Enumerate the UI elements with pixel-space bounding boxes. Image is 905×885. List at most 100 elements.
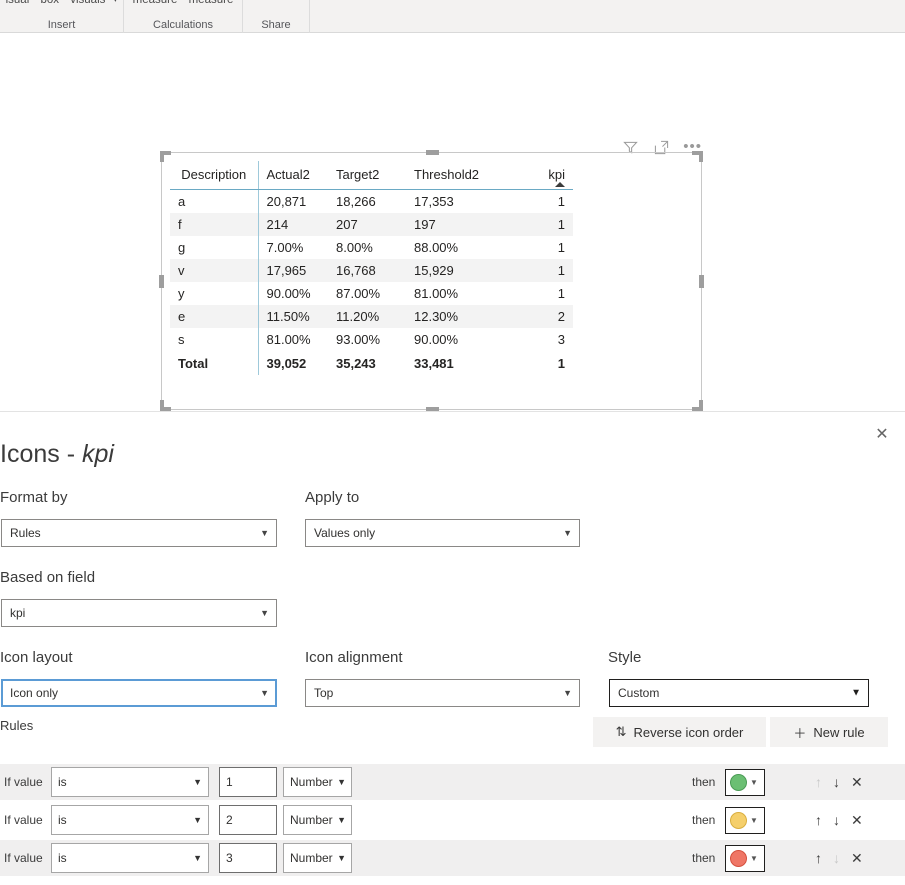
rule-condition-dropdown[interactable]: is ▼	[51, 805, 209, 835]
label-icon-layout: Icon layout	[0, 649, 73, 666]
cell-kpi: 1	[557, 286, 565, 301]
move-up-icon[interactable]: ↑	[815, 775, 822, 789]
chevron-down-icon: ▼	[193, 777, 202, 787]
chevron-down-icon[interactable]: ▾	[109, 0, 121, 4]
cell-kpi: 1	[511, 213, 573, 236]
total-actual2: 39,052	[258, 351, 328, 375]
remove-rule-icon[interactable]: ✕	[851, 775, 863, 789]
rule-unit-value: Number	[290, 775, 333, 789]
ribbon-item-new-measure[interactable]: measure	[129, 0, 182, 6]
table-row[interactable]: a 20,871 18,266 17,353 1	[170, 189, 573, 213]
label-rules: Rules	[0, 718, 34, 733]
rule-condition-dropdown[interactable]: is ▼	[51, 843, 209, 873]
table-row[interactable]: e 11.50% 11.20% 12.30% 2	[170, 305, 573, 328]
table-visual[interactable]: Description Actual2 Target2 Threshold2 k…	[170, 161, 573, 375]
cell-description: f	[170, 213, 259, 236]
resize-handle-middle-right[interactable]	[699, 275, 704, 288]
rule-value-text: 1	[226, 775, 233, 789]
rule-then-label: then	[692, 851, 716, 865]
chevron-down-icon: ▼	[260, 688, 269, 698]
rule-value-input[interactable]: 1	[219, 767, 277, 797]
column-header-kpi-label: kpi	[548, 167, 565, 182]
move-down-icon[interactable]: ↓	[833, 851, 840, 865]
table-row[interactable]: s 81.00% 93.00% 90.00% 3	[170, 328, 573, 352]
cell-description: s	[170, 328, 259, 352]
rule-unit-dropdown[interactable]: Number ▼	[283, 767, 352, 797]
resize-handle-top-right[interactable]	[692, 151, 703, 162]
ribbon-item-visuals[interactable]: visuals	[66, 0, 109, 6]
rule-if-value-label: If value	[4, 851, 43, 865]
chevron-down-icon: ▼	[193, 815, 202, 825]
page-title: Icons - kpi	[0, 440, 114, 469]
rule-icon-picker[interactable]: ▼	[725, 806, 765, 834]
ribbon-group-calculations: measure measure Calculations	[124, 0, 243, 33]
column-header-actual2[interactable]: Actual2	[258, 161, 328, 190]
rule-unit-dropdown[interactable]: Number ▼	[283, 843, 352, 873]
column-header-threshold2[interactable]: Threshold2	[406, 161, 511, 190]
new-rule-label: New rule	[813, 724, 865, 740]
cell-description: g	[170, 236, 259, 259]
cell-actual2: 90.00%	[266, 286, 311, 301]
rule-value-text: 3	[226, 851, 233, 865]
rule-condition-value: is	[58, 851, 67, 865]
rule-condition-value: is	[58, 813, 67, 827]
move-up-icon[interactable]: ↑	[815, 813, 822, 827]
remove-rule-icon[interactable]: ✕	[851, 851, 863, 865]
apply-to-dropdown[interactable]: Values only ▼	[305, 519, 580, 547]
column-header-description[interactable]: Description	[170, 161, 259, 190]
rule-unit-dropdown[interactable]: Number ▼	[283, 805, 352, 835]
move-up-icon[interactable]: ↑	[815, 851, 822, 865]
chevron-down-icon: ▼	[750, 777, 758, 787]
rule-if-value-label: If value	[4, 813, 43, 827]
cell-description: a	[170, 189, 259, 213]
table-row[interactable]: f 214 207 197 1	[170, 213, 573, 236]
remove-rule-icon[interactable]: ✕	[851, 813, 863, 827]
reverse-icon-order-button[interactable]: ⇅ Reverse icon order	[593, 717, 766, 747]
cell-target2: 207	[328, 213, 406, 236]
table-row[interactable]: y 90.00% 87.00% 81.00% 1	[170, 282, 573, 305]
format-by-value: Rules	[10, 526, 41, 540]
more-options-icon[interactable]: •••	[683, 139, 702, 154]
rule-icon-picker[interactable]: ▼	[725, 768, 765, 796]
ribbon-group-label-insert: Insert	[47, 19, 76, 31]
chevron-down-icon: ▼	[563, 528, 572, 538]
format-by-dropdown[interactable]: Rules ▼	[1, 519, 277, 547]
cell-description: y	[170, 282, 259, 305]
resize-handle-bottom-right[interactable]	[692, 400, 703, 411]
ribbon-group-share: Share	[243, 0, 310, 33]
based-on-field-dropdown[interactable]: kpi ▼	[1, 599, 277, 627]
resize-handle-bottom-left[interactable]	[160, 400, 171, 411]
rule-value-input[interactable]: 2	[219, 805, 277, 835]
column-header-kpi[interactable]: kpi	[511, 161, 573, 190]
total-kpi: 1	[511, 351, 573, 375]
table-row[interactable]: v 17,965 16,768 15,929 1	[170, 259, 573, 282]
ribbon-item-quick-measure[interactable]: measure	[185, 0, 238, 6]
cell-threshold2: 88.00%	[414, 240, 459, 255]
table-header-row: Description Actual2 Target2 Threshold2 k…	[170, 161, 573, 190]
cell-actual2: 214	[258, 213, 328, 236]
ribbon-item-visual[interactable]: isual	[2, 0, 34, 6]
resize-handle-top-center[interactable]	[426, 150, 439, 155]
resize-handle-middle-left[interactable]	[159, 275, 164, 288]
icon-alignment-value: Top	[314, 686, 334, 700]
cell-target2: 87.00%	[336, 286, 381, 301]
circle-yellow-icon	[730, 811, 747, 829]
ribbon-item-box[interactable]: box	[36, 0, 63, 6]
move-down-icon[interactable]: ↓	[833, 813, 840, 827]
reverse-icon-order-label: Reverse icon order	[633, 724, 744, 740]
cell-threshold2: 12.30%	[406, 305, 511, 328]
column-header-target2[interactable]: Target2	[328, 161, 406, 190]
cell-threshold2: 197	[406, 213, 511, 236]
close-icon[interactable]: ✕	[871, 424, 893, 446]
new-rule-button[interactable]: ＋ New rule	[770, 717, 888, 747]
report-canvas: ••• Description Actual2 Target2 Threshol…	[0, 33, 905, 412]
style-dropdown[interactable]: Custom ▼	[609, 679, 869, 707]
table-row[interactable]: g 7.00% 8.00% 88.00% 1	[170, 236, 573, 259]
move-down-icon[interactable]: ↓	[833, 775, 840, 789]
chevron-down-icon: ▼	[563, 688, 572, 698]
icon-layout-dropdown[interactable]: Icon only ▼	[1, 679, 277, 707]
rule-value-input[interactable]: 3	[219, 843, 277, 873]
rule-condition-dropdown[interactable]: is ▼	[51, 767, 209, 797]
icon-alignment-dropdown[interactable]: Top ▼	[305, 679, 580, 707]
rule-icon-picker[interactable]: ▼	[725, 844, 765, 872]
